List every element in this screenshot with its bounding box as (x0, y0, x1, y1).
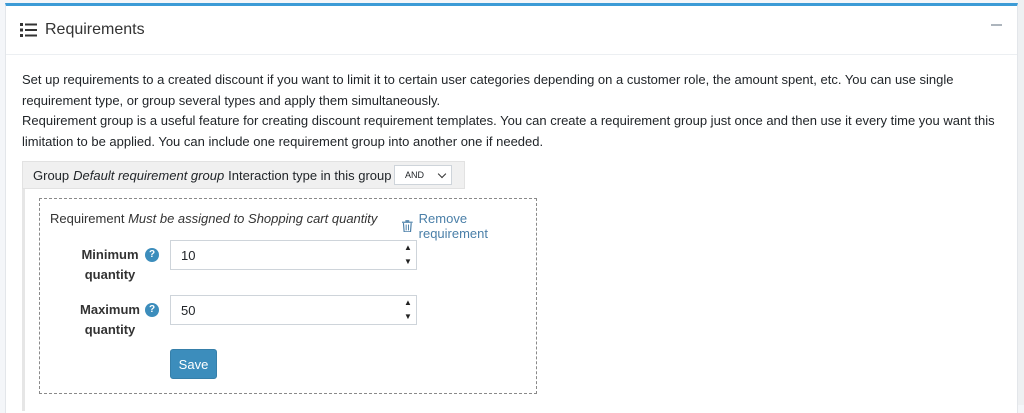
interaction-type-value: AND (405, 170, 425, 180)
remove-requirement-label: Remove requirement (418, 211, 489, 241)
requirement-prefix: Requirement (50, 211, 125, 226)
requirement-name: Must be assigned to Shopping cart quanti… (128, 211, 378, 226)
list-icon (20, 23, 37, 37)
requirement-box: Requirement Must be assigned to Shopping… (39, 198, 537, 394)
maximum-quantity-label-text: Maximum quantity (80, 302, 140, 337)
question-icon[interactable]: ? (145, 303, 159, 317)
chevron-down-icon (437, 169, 447, 179)
minus-icon[interactable] (991, 19, 1003, 31)
group-prefix: Group (33, 167, 70, 183)
spin-down-icon[interactable]: ▼ (404, 256, 412, 268)
trash-icon (402, 220, 413, 232)
maximum-quantity-value: 50 (181, 302, 196, 318)
interaction-type-select[interactable]: AND (394, 165, 452, 185)
spin-up-icon[interactable]: ▲ (404, 297, 412, 309)
requirements-card: Requirements Set up requirements to a cr… (5, 3, 1018, 413)
requirement-title: Requirement Must be assigned to Shopping… (50, 211, 377, 226)
minimum-quantity-input[interactable]: 10 ▲ ▼ (170, 240, 417, 270)
save-button[interactable]: Save (170, 349, 217, 379)
description: Set up requirements to a created discoun… (22, 70, 1012, 152)
group-left-border (22, 189, 25, 411)
remove-requirement-link[interactable]: Remove requirement (402, 211, 536, 241)
minimum-quantity-label-text: Minimum quantity (81, 247, 139, 282)
maximum-quantity-input[interactable]: 50 ▲ ▼ (170, 295, 417, 325)
minimum-quantity-value: 10 (181, 247, 196, 263)
minimum-quantity-stepper[interactable]: ▲ ▼ (402, 242, 414, 268)
interaction-label: Interaction type in this group is (228, 167, 405, 183)
card-header[interactable]: Requirements (6, 6, 1017, 55)
spin-up-icon[interactable]: ▲ (404, 242, 412, 254)
description-paragraph-2: Requirement group is a useful feature fo… (22, 113, 995, 149)
requirement-group-bar: Group Default requirement group Interact… (22, 161, 465, 189)
description-paragraph-1: Set up requirements to a created discoun… (22, 72, 954, 108)
group-name: Default requirement group (73, 167, 225, 183)
question-icon[interactable]: ? (145, 248, 159, 262)
page-scrollbar[interactable] (1018, 0, 1024, 405)
maximum-quantity-stepper[interactable]: ▲ ▼ (402, 297, 414, 323)
card-title: Requirements (45, 21, 145, 38)
spin-down-icon[interactable]: ▼ (404, 311, 412, 323)
